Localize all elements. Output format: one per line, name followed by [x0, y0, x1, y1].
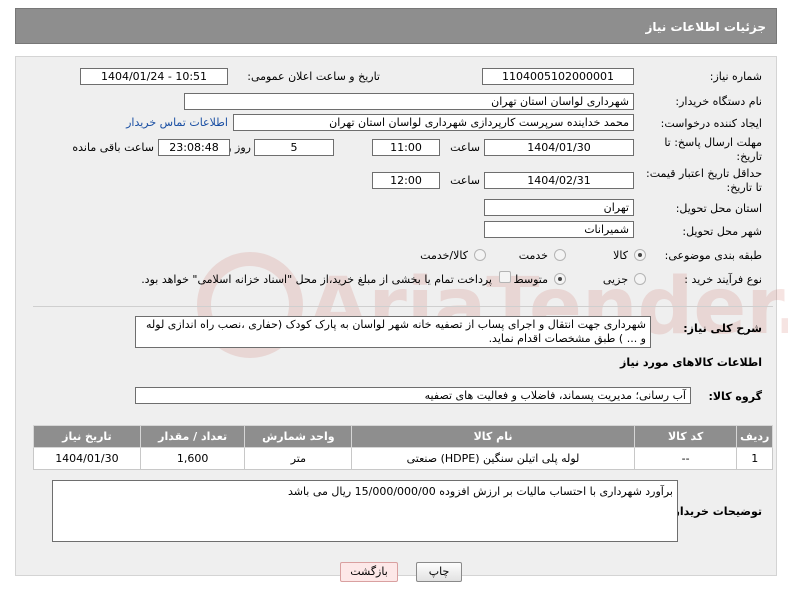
goods-group-label: گروه کالا:: [708, 390, 762, 403]
need-number-label: شماره نیاز:: [709, 70, 762, 83]
goods-group-field: آب رسانی؛ مدیریت پسماند، فاضلاب و فعالیت…: [135, 387, 691, 404]
col-row-header: ردیف: [736, 425, 773, 448]
cell-code: --: [633, 447, 738, 470]
min-validity-label-2: تا تاریخ:: [726, 181, 762, 194]
category-option-both: کالا/خدمت: [420, 249, 468, 262]
need-number-field: 1104005102000001: [482, 68, 634, 85]
min-validity-label: حداقل تاریخ اعتبار قیمت:: [646, 167, 762, 180]
purchase-option-medium: متوسط: [513, 273, 548, 286]
requester-label: ایجاد کننده درخواست:: [660, 117, 762, 130]
col-qty-header: تعداد / مقدار: [139, 425, 246, 448]
reply-time-label: ساعت: [450, 141, 480, 154]
cell-name: لوله پلی اتیلن سنگین (HDPE) صنعتی: [351, 447, 635, 470]
reply-deadline-label-2: تاریخ:: [736, 150, 762, 163]
description-field: شهرداری جهت انتقال و اجرای پساب از تصفیه…: [135, 316, 651, 348]
col-unit-header: واحد شمارش: [244, 425, 353, 448]
category-radio-both[interactable]: [474, 249, 486, 261]
col-name-header: نام کالا: [351, 425, 635, 448]
validity-time-label: ساعت: [450, 174, 480, 187]
table-header-row: ردیف کد کالا نام کالا واحد شمارش تعداد /…: [33, 425, 773, 448]
table-row: 1 -- لوله پلی اتیلن سنگین (HDPE) صنعتی م…: [33, 447, 773, 470]
reply-date-field: 1404/01/30: [484, 139, 634, 156]
validity-time-field: 12:00: [372, 172, 440, 189]
category-radio-service[interactable]: [554, 249, 566, 261]
cell-unit: متر: [244, 447, 353, 470]
category-option-goods: کالا: [613, 249, 628, 262]
days-field: 5: [254, 139, 334, 156]
col-date-header: تاریخ نیاز: [33, 425, 141, 448]
col-code-header: کد کالا: [633, 425, 738, 448]
category-option-service: خدمت: [518, 249, 548, 262]
remaining-time-field: 23:08:48: [158, 139, 230, 156]
treasury-checkbox[interactable]: [499, 271, 511, 283]
city-label: شهر محل تحویل:: [682, 225, 762, 238]
remaining-label: ساعت باقی مانده: [72, 141, 154, 154]
buyer-org-label: نام دستگاه خریدار:: [675, 95, 762, 108]
cell-qty: 1,600: [139, 447, 246, 470]
buyer-notes-field: برآورد شهرداری با احتساب مالیات بر ارزش …: [52, 480, 678, 542]
payment-note: پرداخت تمام یا بخشی از مبلغ خرید،از محل …: [141, 273, 492, 286]
page-title: جزئیات اطلاعات نیاز: [645, 20, 766, 34]
print-button[interactable]: چاپ: [416, 562, 462, 582]
purchase-type-label: نوع فرآیند خرید :: [684, 273, 762, 286]
purchase-radio-minor[interactable]: [634, 273, 646, 285]
announce-label: تاریخ و ساعت اعلان عمومی:: [247, 70, 380, 83]
buyer-org-field: شهرداری لواسان استان تهران: [184, 93, 634, 110]
page-header: جزئیات اطلاعات نیاز: [15, 8, 777, 44]
reply-time-field: 11:00: [372, 139, 440, 156]
province-field: تهران: [484, 199, 634, 216]
goods-section-title: اطلاعات کالاهای مورد نیاز: [620, 356, 762, 369]
cell-date: 1404/01/30: [33, 447, 141, 470]
contact-info-link[interactable]: اطلاعات تماس خریدار: [126, 116, 228, 129]
goods-table: ردیف کد کالا نام کالا واحد شمارش تعداد /…: [33, 425, 773, 470]
purchase-radio-medium[interactable]: [554, 273, 566, 285]
cell-row: 1: [736, 447, 773, 470]
province-label: استان محل تحویل:: [675, 202, 762, 215]
announce-field: 1404/01/24 - 10:51: [80, 68, 228, 85]
requester-field: محمد خداینده سرپرست کارپردازی شهرداری لو…: [233, 114, 634, 131]
description-label: شرح کلی نیاز:: [683, 322, 762, 335]
purchase-option-minor: جزیی: [602, 273, 628, 286]
back-button[interactable]: بازگشت: [340, 562, 398, 582]
validity-date-field: 1404/02/31: [484, 172, 634, 189]
divider: [33, 306, 773, 307]
reply-deadline-label: مهلت ارسال پاسخ: تا: [664, 136, 762, 149]
buyer-notes-label: توضیحات خریدار:: [669, 505, 762, 518]
city-field: شمیرانات: [484, 221, 634, 238]
category-radio-goods[interactable]: [634, 249, 646, 261]
category-label: طبقه بندی موضوعی:: [664, 249, 762, 262]
